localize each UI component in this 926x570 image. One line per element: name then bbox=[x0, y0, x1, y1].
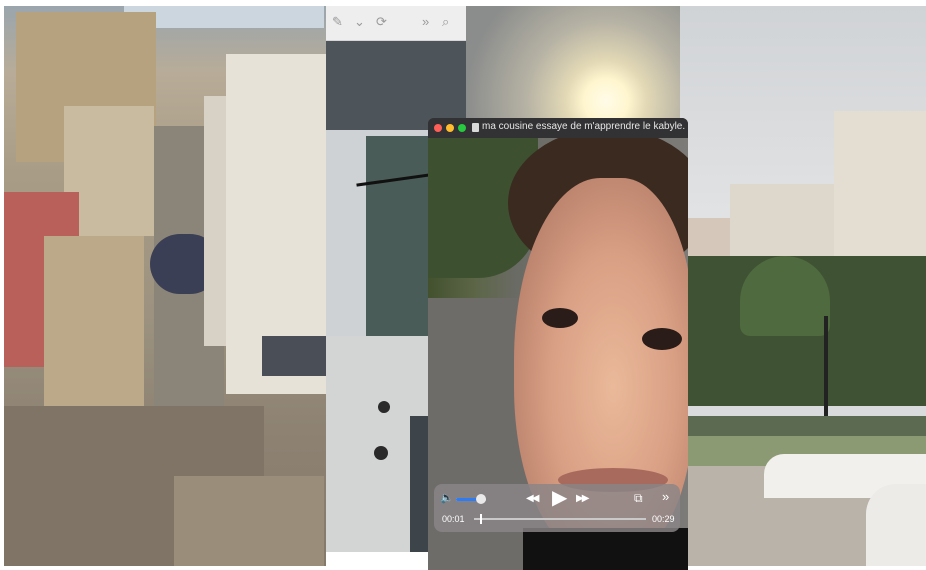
more-options-icon[interactable]: » bbox=[662, 490, 669, 503]
wall-hole bbox=[378, 401, 390, 413]
wall-hole bbox=[374, 446, 388, 460]
shirt bbox=[523, 528, 688, 570]
rooftop-terrace bbox=[44, 236, 144, 416]
scrubber-playhead[interactable] bbox=[480, 514, 483, 524]
fast-forward-button[interactable]: ▶▶ bbox=[576, 493, 589, 505]
picture-in-picture-icon[interactable]: ⧉ bbox=[634, 492, 643, 504]
search-icon[interactable]: ⌕ bbox=[442, 14, 449, 30]
volume-knob[interactable] bbox=[475, 494, 486, 504]
dark-wall bbox=[326, 40, 466, 130]
video-player-window: ma cousine essaye de m'apprendre le kaby… bbox=[428, 118, 688, 570]
volume-icon[interactable]: 🔈 bbox=[440, 492, 454, 504]
eye bbox=[642, 328, 682, 350]
eye bbox=[542, 308, 578, 328]
current-time: 00:01 bbox=[442, 514, 465, 524]
duration: 00:29 bbox=[652, 514, 675, 524]
minimize-button[interactable] bbox=[446, 124, 454, 132]
rocky-slope-right bbox=[174, 476, 324, 566]
close-button[interactable] bbox=[434, 124, 442, 132]
curved-wall bbox=[866, 484, 926, 566]
awning bbox=[262, 336, 326, 376]
alley-photo bbox=[4, 6, 326, 566]
palm-tree bbox=[740, 256, 830, 336]
pencil-icon[interactable]: ✎ bbox=[332, 14, 343, 30]
rewind-button[interactable]: ◀◀ bbox=[526, 493, 539, 505]
player-titlebar: ma cousine essaye de m'apprendre le kaby… bbox=[428, 118, 688, 138]
video-frame[interactable]: 🔈 ◀◀ ▶ ▶▶ ⧉ » 00:01 00:29 bbox=[428, 138, 688, 570]
more-icon[interactable]: » bbox=[422, 14, 429, 29]
plaza-photo bbox=[680, 6, 926, 566]
player-title: ma cousine essaye de m'apprendre le kaby… bbox=[482, 121, 686, 132]
zoom-button[interactable] bbox=[458, 124, 466, 132]
chevron-down-icon[interactable]: ⌄ bbox=[354, 14, 365, 30]
document-icon bbox=[472, 123, 479, 132]
rotate-icon[interactable]: ⟳ bbox=[376, 14, 387, 30]
playback-controls: 🔈 ◀◀ ▶ ▶▶ ⧉ » 00:01 00:29 bbox=[434, 484, 680, 532]
viewer-toolbar: ✎ ⌄ ⟳ » ⌕ bbox=[326, 6, 466, 41]
play-button[interactable]: ▶ bbox=[552, 488, 567, 508]
scrubber-track[interactable] bbox=[474, 518, 646, 520]
